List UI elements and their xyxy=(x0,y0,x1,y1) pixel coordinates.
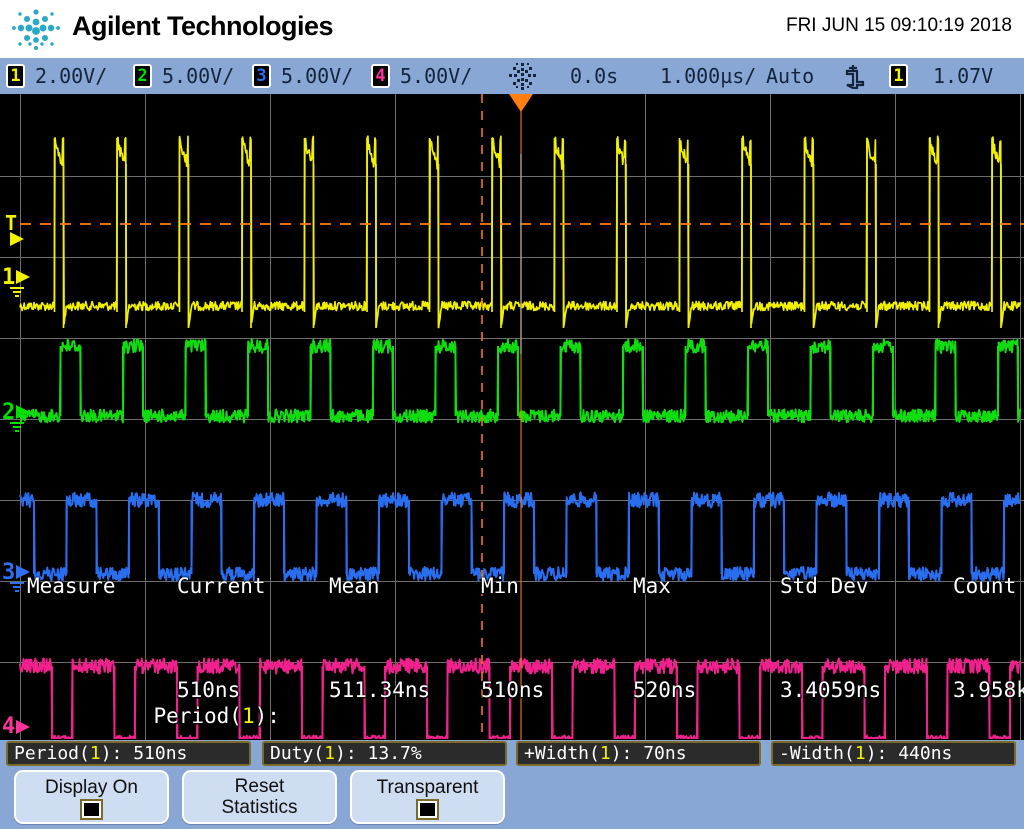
header-mean: Mean xyxy=(329,573,481,599)
channel-2-badge[interactable]: 2 xyxy=(133,64,152,88)
softkey-label: Transparent xyxy=(377,777,479,798)
channel-1-ground-marker[interactable]: 1 xyxy=(2,265,30,296)
result-value: ): 510ns xyxy=(101,743,188,764)
channel-3-scale: 5.00V/ xyxy=(281,64,353,88)
softkey-bar: Display On Reset Statistics Transparent xyxy=(0,766,1024,829)
result-source: 1 xyxy=(855,743,866,764)
checkbox-icon[interactable] xyxy=(418,801,437,818)
svg-text:2: 2 xyxy=(2,400,15,425)
header-min: Min xyxy=(481,573,633,599)
rising-edge-icon xyxy=(845,63,865,89)
channel-2-scale: 5.00V/ xyxy=(162,64,234,88)
datetime-label: FRI JUN 15 09:10:19 2018 xyxy=(786,15,1012,37)
cell-current: 510ns xyxy=(177,677,329,740)
result-value: ): 13.7% xyxy=(335,743,422,764)
sweep-mode-setting[interactable]: Auto xyxy=(766,58,814,94)
svg-text:3: 3 xyxy=(2,560,15,585)
channel-4-badge[interactable]: 4 xyxy=(371,64,390,88)
channel-1-setting[interactable]: 1 2.00V/ xyxy=(6,58,107,94)
trigger-level-setting[interactable]: 1.07V xyxy=(933,58,993,94)
result-prefix: Duty( xyxy=(270,743,324,764)
oscilloscope-screen: Agilent Technologies FRI JUN 15 09:10:19… xyxy=(0,0,1024,829)
result-value: ): 440ns xyxy=(866,743,953,764)
cell-max: 520ns xyxy=(633,677,780,740)
softkey-display-on[interactable]: Display On xyxy=(14,770,169,824)
measure-result-duty[interactable]: Duty(1): 13.7% xyxy=(262,741,507,766)
channel-2-ground-marker[interactable]: 2 xyxy=(2,400,30,431)
header-count: Count xyxy=(953,573,1024,599)
channel-1-scale: 2.00V/ xyxy=(35,64,107,88)
trigger-slope-setting[interactable] xyxy=(845,58,865,94)
measure-name: Period(1): xyxy=(27,677,177,740)
trigger-position-marker[interactable] xyxy=(509,94,533,112)
result-source: 1 xyxy=(90,743,101,764)
cell-mean: 511.34ns xyxy=(329,677,481,740)
trigger-source-setting[interactable]: 1 xyxy=(889,58,918,94)
measurement-result-bar: Period(1): 510ns Duty(1): 13.7% +Width(1… xyxy=(0,740,1024,766)
channel-3-setting[interactable]: 3 5.00V/ xyxy=(252,58,353,94)
measurement-statistics-table: Measure Current Mean Min Max Std Dev Cou… xyxy=(27,521,1024,740)
header-current: Current xyxy=(177,573,329,599)
channel-3-ground-marker[interactable]: 3 xyxy=(2,560,30,591)
measure-result-pos-width[interactable]: +Width(1): 70ns xyxy=(516,741,761,766)
result-prefix: Period( xyxy=(14,743,90,764)
cell-count: 3.958k xyxy=(953,677,1024,740)
snowflake-icon xyxy=(505,61,539,91)
header-max: Max xyxy=(633,573,780,599)
svg-text:1: 1 xyxy=(2,265,15,290)
header-measure: Measure xyxy=(27,573,177,599)
svg-text:4: 4 xyxy=(2,714,15,739)
softkey-transparent[interactable]: Transparent xyxy=(350,770,505,824)
delay-setting[interactable]: 0.0s xyxy=(570,58,618,94)
softkey-label: Display On xyxy=(45,777,138,798)
trigger-source-badge[interactable]: 1 xyxy=(889,64,908,88)
waveform-display-area[interactable]: T 1 2 xyxy=(0,94,1024,740)
acquisition-status[interactable] xyxy=(505,58,539,94)
softkey-label: Reset Statistics xyxy=(221,776,297,818)
header-stddev: Std Dev xyxy=(780,573,953,599)
channel-1-badge[interactable]: 1 xyxy=(6,64,25,88)
settings-bar: 1 2.00V/ 2 5.00V/ 3 5.00V/ 4 5.00V/ xyxy=(0,58,1024,94)
softkey-reset-statistics[interactable]: Reset Statistics xyxy=(182,770,337,824)
result-prefix: -Width( xyxy=(779,743,855,764)
trigger-level-marker[interactable]: T xyxy=(5,211,24,246)
result-source: 1 xyxy=(600,743,611,764)
channel-4-ground-marker[interactable]: 4 xyxy=(2,714,30,739)
cell-min: 510ns xyxy=(481,677,633,740)
measure-result-period[interactable]: Period(1): 510ns xyxy=(6,741,251,766)
measure-result-neg-width[interactable]: -Width(1): 440ns xyxy=(771,741,1016,766)
channel-4-setting[interactable]: 4 5.00V/ xyxy=(371,58,472,94)
result-value: ): 70ns xyxy=(611,743,687,764)
channel-2-setting[interactable]: 2 5.00V/ xyxy=(133,58,234,94)
svg-text:T: T xyxy=(5,211,17,235)
checkbox-icon[interactable] xyxy=(82,801,101,818)
result-prefix: +Width( xyxy=(524,743,600,764)
channel-3-badge[interactable]: 3 xyxy=(252,64,271,88)
cell-stddev: 3.4059ns xyxy=(780,677,953,740)
table-row: Period(1): 510ns 511.34ns 510ns 520ns 3.… xyxy=(27,677,1024,740)
timebase-setting[interactable]: 1.000µs/ xyxy=(660,58,756,94)
title-bar: Agilent Technologies FRI JUN 15 09:10:19… xyxy=(0,0,1024,58)
agilent-spark-logo-icon xyxy=(8,6,64,52)
channel-4-scale: 5.00V/ xyxy=(400,64,472,88)
brand-name: Agilent Technologies xyxy=(72,11,333,42)
result-source: 1 xyxy=(324,743,335,764)
table-header-row: Measure Current Mean Min Max Std Dev Cou… xyxy=(27,573,1024,599)
